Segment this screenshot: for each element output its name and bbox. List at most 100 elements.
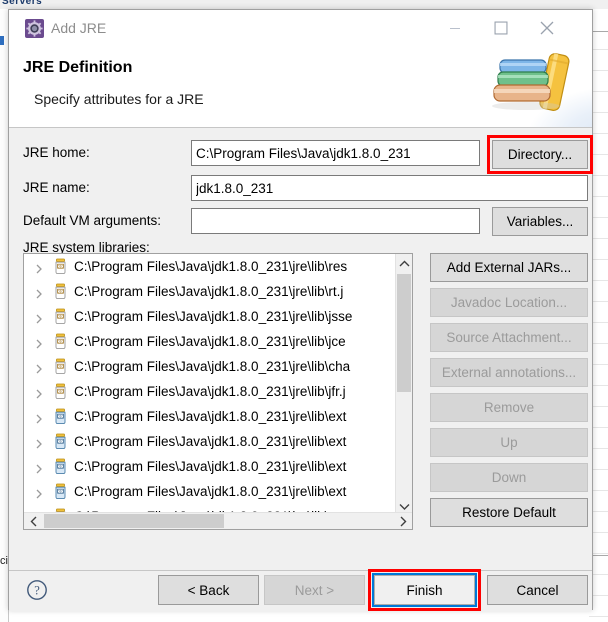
dialog-header: JRE Definition Specify attributes for a … (9, 46, 592, 128)
tree-row-label: C:\Program Files\Java\jdk1.8.0_231\jre\l… (74, 384, 346, 399)
expand-arrow-icon[interactable] (34, 286, 44, 299)
svg-text:010: 010 (58, 365, 64, 369)
svg-text:010: 010 (58, 490, 64, 494)
tree-row[interactable]: 010 C:\Program Files\Java\jdk1.8.0_231\jr… (24, 254, 397, 279)
jar-icon: 010 (52, 333, 69, 350)
expand-arrow-icon[interactable] (34, 486, 44, 499)
tree-row[interactable]: 010C:\Program Files\Java\jdk1.8.0_231\jr… (24, 504, 397, 512)
maximize-button[interactable] (478, 10, 524, 46)
tree-row-label: C:\Program Files\Java\jdk1.8.0_231\jre\l… (74, 409, 347, 424)
scroll-left-arrow-icon[interactable] (24, 513, 42, 529)
expand-arrow-icon[interactable] (34, 461, 44, 474)
svg-text:010: 010 (58, 390, 64, 394)
scroll-right-arrow-icon[interactable] (394, 513, 412, 529)
expand-arrow-icon[interactable] (34, 311, 44, 324)
dialog-title: Add JRE (51, 20, 107, 36)
tree-rows-container[interactable]: 010 C:\Program Files\Java\jdk1.8.0_231\jr… (24, 254, 397, 512)
back-button[interactable]: < Back (158, 575, 259, 605)
ext-jar-icon: 010 (52, 433, 69, 450)
tree-vertical-scrollbar[interactable] (395, 254, 412, 515)
svg-text:010: 010 (58, 465, 64, 469)
close-icon (540, 21, 554, 35)
variables-button[interactable]: Variables... (492, 207, 588, 236)
vm-arguments-input[interactable] (191, 208, 480, 234)
page-subtitle: Specify attributes for a JRE (34, 91, 204, 107)
background-left-clipped-label: ci (0, 555, 8, 567)
tree-row-label: C:\Program Files\Java\jdk1.8.0_231\jre\l… (74, 284, 344, 299)
svg-text:010: 010 (58, 415, 64, 419)
help-icon[interactable]: ? (26, 579, 48, 601)
tree-row-label: C:\Program Files\Java\jdk1.8.0_231\jre\l… (74, 484, 347, 499)
cancel-button[interactable]: Cancel (487, 575, 588, 605)
tree-row[interactable]: 010 C:\Program Files\Java\jdk1.8.0_231\jr… (24, 329, 397, 354)
jar-icon: 010 (52, 308, 69, 325)
svg-text:?: ? (34, 584, 40, 598)
next-button: Next > (264, 575, 365, 605)
tree-row-label: C:\Program Files\Java\jdk1.8.0_231\jre\l… (74, 459, 347, 474)
tree-row[interactable]: 010 C:\Program Files\Java\jdk1.8.0_231\jr… (24, 404, 397, 429)
page-title: JRE Definition (23, 59, 133, 76)
scroll-up-arrow-icon[interactable] (396, 254, 412, 272)
minimize-button[interactable] (432, 10, 478, 46)
close-button[interactable] (524, 10, 570, 46)
expand-arrow-icon[interactable] (34, 361, 44, 374)
jre-home-label: JRE home: (23, 145, 90, 160)
tree-horizontal-scrollbar[interactable] (24, 512, 412, 529)
external-annotations-button: External annotations... (430, 358, 588, 387)
expand-arrow-icon[interactable] (34, 336, 44, 349)
tree-row[interactable]: 010 C:\Program Files\Java\jdk1.8.0_231\jr… (24, 479, 397, 504)
tree-row[interactable]: 010 C:\Program Files\Java\jdk1.8.0_231\jr… (24, 304, 397, 329)
remove-button: Remove (430, 393, 588, 422)
jre-home-input[interactable] (191, 140, 480, 166)
ext-jar-icon: 010 (52, 458, 69, 475)
finish-button[interactable]: Finish (374, 575, 475, 605)
ext-jar-icon: 010 (52, 408, 69, 425)
tree-row[interactable]: 010 C:\Program Files\Java\jdk1.8.0_231\jr… (24, 354, 397, 379)
tree-row[interactable]: 010 C:\Program Files\Java\jdk1.8.0_231\jr… (24, 279, 397, 304)
tree-horizontal-scroll-thumb[interactable] (44, 514, 224, 528)
add-external-jars-button[interactable]: Add External JARs... (430, 253, 588, 282)
javadoc-location-button: Javadoc Location... (430, 288, 588, 317)
svg-text:010: 010 (58, 315, 64, 319)
dialog-footer: ? < Back Next > Finish Cancel (9, 569, 592, 611)
background-tab-strip: Servers (0, 0, 608, 9)
tree-row[interactable]: 010 C:\Program Files\Java\jdk1.8.0_231\jr… (24, 429, 397, 454)
tree-row-label: C:\Program Files\Java\jdk1.8.0_231\jre\l… (74, 259, 348, 274)
tree-row[interactable]: 010 C:\Program Files\Java\jdk1.8.0_231\jr… (24, 379, 397, 404)
tree-row-label: C:\Program Files\Java\jdk1.8.0_231\jre\l… (74, 334, 346, 349)
jre-gear-icon (25, 19, 44, 38)
tree-vertical-scroll-thumb[interactable] (397, 274, 411, 392)
jar-icon: 010 (52, 283, 69, 300)
minimize-icon (450, 28, 460, 29)
svg-text:010: 010 (58, 290, 64, 294)
svg-text:010: 010 (58, 340, 64, 344)
jar-icon: 010 (52, 358, 69, 375)
add-jre-dialog: Add JRE JRE Definition Specify attribute… (8, 9, 593, 611)
directory-button[interactable]: Directory... (492, 140, 588, 169)
vm-arguments-label: Default VM arguments: (23, 213, 162, 228)
jre-system-libraries-tree[interactable]: 010 C:\Program Files\Java\jdk1.8.0_231\jr… (23, 253, 413, 530)
maximize-icon (494, 21, 508, 35)
down-button: Down (430, 463, 588, 492)
expand-arrow-icon[interactable] (34, 261, 44, 274)
jar-icon: 010 (52, 258, 69, 275)
restore-default-button[interactable]: Restore Default (430, 498, 588, 527)
tree-row[interactable]: 010 C:\Program Files\Java\jdk1.8.0_231\jr… (24, 454, 397, 479)
jre-name-input[interactable] (191, 175, 588, 201)
dialog-body: JRE home: Directory... JRE name: Default… (9, 128, 593, 570)
expand-arrow-icon[interactable] (34, 386, 44, 399)
source-attachment-button: Source Attachment... (430, 323, 588, 352)
tree-row-label: C:\Program Files\Java\jdk1.8.0_231\jre\l… (74, 359, 351, 374)
background-left-marker (0, 36, 4, 45)
expand-arrow-icon[interactable] (34, 436, 44, 449)
jre-name-label: JRE name: (23, 180, 90, 195)
background-tab-label: Servers (2, 0, 43, 7)
tree-row-label: C:\Program Files\Java\jdk1.8.0_231\jre\l… (74, 309, 353, 324)
tree-row-label: C:\Program Files\Java\jdk1.8.0_231\jre\l… (74, 434, 347, 449)
jar-icon: 010 (52, 383, 69, 400)
expand-arrow-icon[interactable] (34, 411, 44, 424)
up-button: Up (430, 428, 588, 457)
books-stack-image (482, 46, 592, 127)
svg-text:010: 010 (58, 440, 64, 444)
dialog-titlebar[interactable]: Add JRE (9, 10, 592, 46)
